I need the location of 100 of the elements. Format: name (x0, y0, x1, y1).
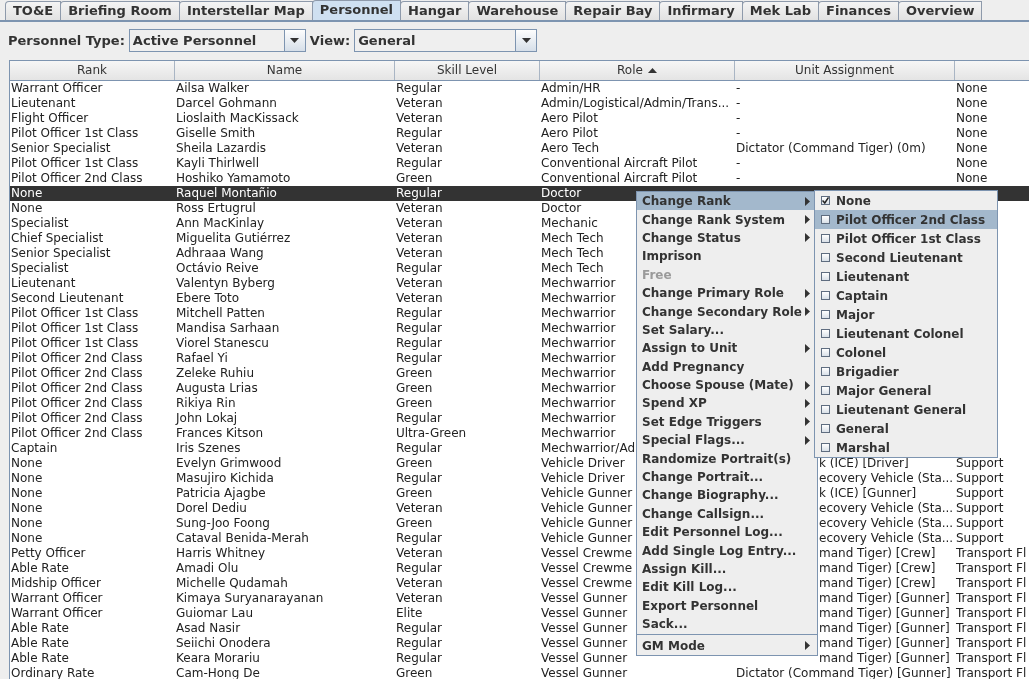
checkbox[interactable] (821, 291, 830, 300)
rank-cell: Warrant Officer (11, 606, 103, 620)
rank-cell: Pilot Officer 1st Class (11, 321, 139, 335)
name-cell: Augusta Lrias (176, 381, 258, 395)
menu-item[interactable]: Add Single Log Entry... (637, 541, 817, 560)
menu-item[interactable]: Change Primary Role (637, 283, 817, 303)
name-cell: Viorel Stanescu (176, 336, 269, 350)
rank-cell: None (11, 186, 43, 200)
role-cell: Mechwarrior (541, 351, 616, 365)
skill-level-cell: Veteran (396, 231, 443, 245)
checkbox[interactable] (821, 196, 830, 205)
column-header[interactable]: Unit Assignment (735, 61, 955, 80)
role-cell: Vessel Crewme (541, 576, 632, 590)
menu-item[interactable]: Change Rank (637, 192, 817, 211)
checkbox[interactable] (821, 386, 830, 395)
menu-item[interactable]: Assign to Unit (637, 339, 817, 358)
role-cell: Vessel Gunner (541, 636, 628, 650)
menu-item[interactable]: Change Callsign... (637, 504, 817, 524)
menu-item[interactable]: Change Biography... (637, 486, 817, 505)
checkbox[interactable] (821, 405, 830, 414)
menu-item[interactable]: General (815, 419, 997, 438)
name-cell: Giselle Smith (176, 126, 256, 140)
column-header[interactable]: Name (175, 61, 395, 80)
menu-item[interactable]: Imprison (637, 247, 817, 266)
name-cell: Mandisa Sarhaan (176, 321, 280, 335)
checkbox[interactable] (821, 329, 830, 338)
table-cell: Transport Fl (956, 621, 1027, 635)
name-cell: Adhraaa Wang (176, 246, 264, 260)
tab[interactable]: Mek Lab (741, 1, 820, 20)
unit-assignment-cell: mand Tiger) [Crew] (819, 546, 936, 560)
menu-item[interactable]: Add Pregnancy (637, 357, 817, 376)
checkbox[interactable] (821, 348, 830, 357)
tab[interactable]: Personnel (311, 0, 402, 20)
tab[interactable]: TO&E (5, 1, 62, 20)
role-cell: Admin/Logistical/Admin/Trans... (541, 96, 730, 110)
menu-item[interactable]: Major (815, 305, 997, 324)
menu-item[interactable]: Change Status (637, 228, 817, 248)
menu-item[interactable]: Set Edge Triggers (637, 412, 817, 432)
tab[interactable]: Infirmary (659, 1, 743, 20)
checkbox[interactable] (821, 367, 830, 376)
checkbox[interactable] (821, 253, 830, 262)
skill-level-cell: Regular (396, 306, 443, 320)
menu-item[interactable]: Second Lieutenant (815, 248, 997, 267)
menu-item[interactable]: Assign Kill... (637, 559, 817, 579)
personnel-type-label: Personnel Type: (8, 32, 125, 48)
menu-item[interactable]: Lieutenant (815, 267, 997, 286)
menu-item[interactable]: Edit Personnel Log... (637, 523, 817, 542)
checkbox[interactable] (821, 272, 830, 281)
checkbox[interactable] (821, 215, 830, 224)
role-cell: Vessel Crewme (541, 561, 632, 575)
menu-item[interactable]: Pilot Officer 1st Class (815, 229, 997, 248)
menu-item[interactable]: Major General (815, 381, 997, 400)
view-dropdown[interactable]: General (354, 28, 538, 52)
menu-item[interactable]: Spend XP (637, 394, 817, 413)
menu-item[interactable]: Choose Spouse (Mate) (637, 375, 817, 395)
role-cell: Doctor (541, 201, 582, 215)
role-cell: Vehicle Gunner (541, 486, 633, 500)
checkbox[interactable] (821, 234, 830, 243)
skill-level-cell: Ultra-Green (396, 426, 467, 440)
menu-item[interactable]: Brigadier (815, 362, 997, 381)
tab[interactable]: Briefing Room (60, 1, 180, 20)
checkbox[interactable] (821, 443, 830, 452)
personnel-type-dropdown[interactable]: Active Personnel (128, 28, 306, 52)
name-cell: Sheila Lazardis (176, 141, 267, 155)
unit-assignment-cell: Dictator (Command Tiger) (0m) (736, 141, 926, 155)
view-label: View: (309, 32, 351, 48)
checkbox[interactable] (821, 310, 830, 319)
column-header[interactable]: Rank (10, 61, 175, 80)
menu-item[interactable]: GM Mode (637, 636, 817, 655)
tab[interactable]: Overview (897, 1, 983, 20)
menu-item[interactable]: Colonel (815, 343, 997, 362)
tab[interactable]: Warehouse (468, 1, 567, 20)
name-cell: Darcel Gohmann (176, 96, 277, 110)
menu-item[interactable]: Lieutenant Colonel (815, 324, 997, 343)
menu-item[interactable]: Change Portrait... (637, 467, 817, 487)
rank-cell: Pilot Officer 2nd Class (11, 426, 143, 440)
name-cell: Hoshiko Yamamoto (176, 171, 291, 185)
column-header[interactable]: Skill Level (395, 61, 540, 80)
tab[interactable]: Hangar (400, 1, 470, 20)
menu-item[interactable]: Edit Kill Log... (637, 578, 817, 597)
rank-cell: None (11, 516, 43, 530)
tab[interactable]: Interstellar Map (178, 1, 313, 20)
table-cell: Transport Fl (956, 606, 1027, 620)
column-header[interactable]: Role (540, 61, 735, 80)
menu-item[interactable]: Randomize Portrait(s) (637, 449, 817, 468)
menu-item[interactable]: Change Secondary Role (637, 302, 817, 321)
role-cell: Aero Pilot (541, 111, 598, 125)
menu-item[interactable]: Special Flags... (637, 431, 817, 450)
tab[interactable]: Repair Bay (565, 1, 661, 20)
menu-item[interactable]: Marshal (815, 438, 997, 457)
skill-level-cell: Regular (396, 411, 443, 425)
menu-item[interactable]: Sack... (637, 615, 817, 634)
menu-item[interactable]: Captain (815, 286, 997, 305)
menu-item[interactable]: Lieutenant General (815, 400, 997, 419)
menu-item[interactable]: Pilot Officer 2nd Class (815, 210, 997, 229)
tab[interactable]: Finances (818, 1, 899, 20)
checkbox[interactable] (821, 424, 830, 433)
menu-item[interactable]: Set Salary... (637, 320, 817, 340)
menu-item[interactable]: Change Rank System (637, 210, 817, 229)
menu-item[interactable]: Export Personnel (637, 596, 817, 615)
